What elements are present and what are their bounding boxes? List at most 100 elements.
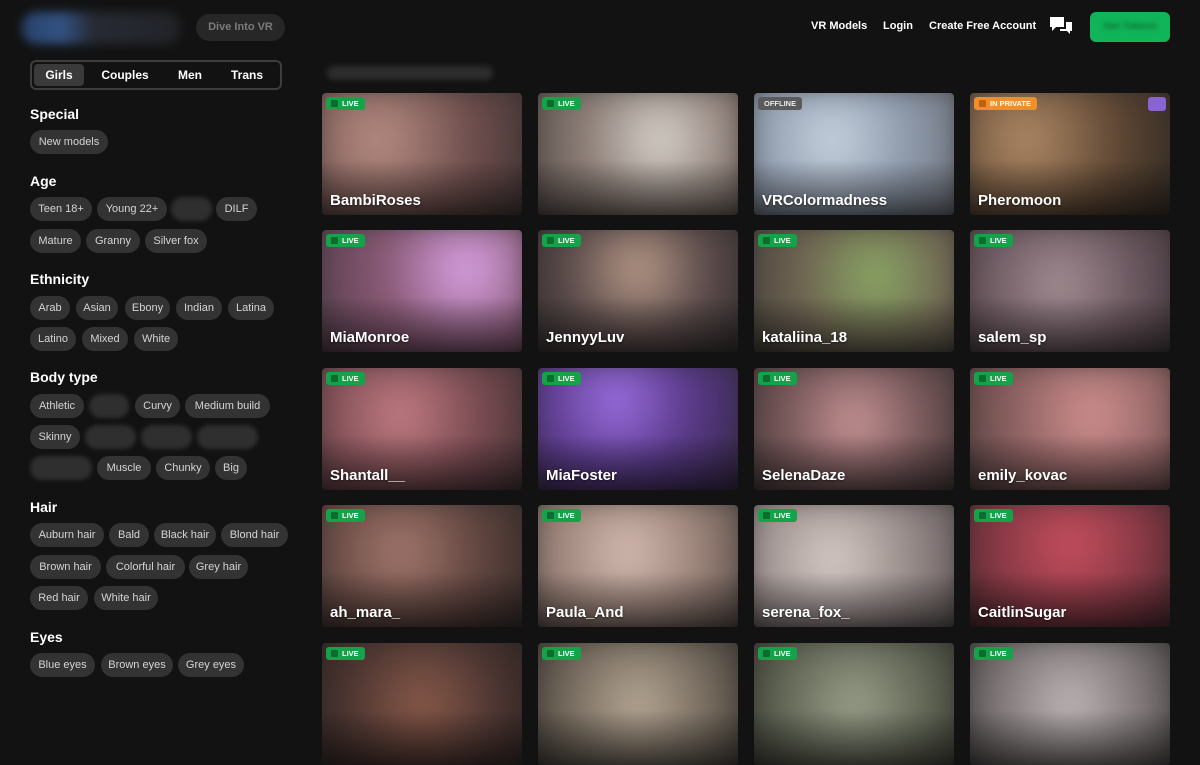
tab-couples[interactable]: Couples xyxy=(86,62,164,88)
filter-chip[interactable]: Grey eyes xyxy=(178,653,244,677)
model-card[interactable]: LIVE Shantall__ xyxy=(322,368,522,490)
filter-chip[interactable]: Auburn hair xyxy=(30,523,104,547)
model-card[interactable]: LIVE JennyyLuv xyxy=(538,230,738,352)
filter-chip[interactable]: DILF xyxy=(216,197,257,221)
status-badge: LIVE xyxy=(758,234,797,247)
site-logo[interactable] xyxy=(22,12,180,44)
card-shade xyxy=(322,710,522,765)
filter-chip[interactable]: Brown eyes xyxy=(101,653,173,677)
filter-chip[interactable] xyxy=(141,425,192,449)
tab-trans[interactable]: Trans xyxy=(216,62,278,88)
status-label: LIVE xyxy=(990,374,1007,383)
filter-chip[interactable]: Grey hair xyxy=(189,555,248,579)
filter-chip[interactable] xyxy=(197,425,258,449)
filter-chip[interactable] xyxy=(89,394,129,418)
filter-chip[interactable]: Black hair xyxy=(154,523,216,547)
model-card[interactable]: LIVE xyxy=(322,643,522,765)
filter-chip[interactable]: Ebony xyxy=(125,296,170,320)
filter-chip[interactable]: Mature xyxy=(30,229,81,253)
status-label: LIVE xyxy=(558,374,575,383)
model-card[interactable]: IN PRIVATE Pheromoon xyxy=(970,93,1170,215)
filter-chip[interactable]: New models xyxy=(30,130,108,154)
status-icon xyxy=(547,100,554,107)
status-label: LIVE xyxy=(342,236,359,245)
filter-chip[interactable] xyxy=(171,197,212,221)
top-header: Dive Into VR VR Models Login Create Free… xyxy=(0,0,1200,56)
status-label: OFFLINE xyxy=(764,99,797,108)
model-card[interactable]: LIVE kataliina_18 xyxy=(754,230,954,352)
filter-chip[interactable]: Bald xyxy=(109,523,149,547)
status-icon xyxy=(763,237,770,244)
filter-chip[interactable]: Chunky xyxy=(156,456,210,480)
model-name: MiaFoster xyxy=(546,467,617,484)
filter-chip[interactable]: Brown hair xyxy=(30,555,101,579)
tab-girls[interactable]: Girls xyxy=(34,64,84,86)
filter-chip[interactable]: Muscle xyxy=(97,456,151,480)
filter-chip[interactable]: Big xyxy=(215,456,247,480)
filter-chip[interactable]: Medium build xyxy=(185,394,270,418)
status-badge: LIVE xyxy=(542,97,581,110)
filter-chip[interactable] xyxy=(85,425,136,449)
filter-chip[interactable]: Teen 18+ xyxy=(30,197,92,221)
status-icon xyxy=(979,237,986,244)
model-card[interactable]: LIVE CaitlinSugar xyxy=(970,505,1170,627)
filter-chip[interactable]: Granny xyxy=(86,229,140,253)
model-name: CaitlinSugar xyxy=(978,604,1067,621)
purple-tag-icon xyxy=(1148,97,1166,111)
status-label: LIVE xyxy=(558,99,575,108)
filter-chip[interactable]: Mixed xyxy=(82,327,128,351)
status-icon xyxy=(331,100,338,107)
filter-chip[interactable]: Silver fox xyxy=(145,229,207,253)
filter-chip[interactable]: Asian xyxy=(76,296,118,320)
chat-bubbles-icon[interactable] xyxy=(1048,15,1074,37)
filter-chip[interactable]: Red hair xyxy=(30,586,88,610)
filter-chip[interactable]: White hair xyxy=(94,586,158,610)
status-icon xyxy=(547,650,554,657)
filter-chip[interactable]: Latina xyxy=(228,296,274,320)
model-card[interactable]: LIVE xyxy=(970,643,1170,765)
nav-vr-models[interactable]: VR Models xyxy=(811,20,867,32)
status-icon xyxy=(331,650,338,657)
model-card[interactable]: LIVE xyxy=(538,93,738,215)
model-card[interactable]: LIVE BambiRoses xyxy=(322,93,522,215)
section-title-eyes: Eyes xyxy=(30,629,63,645)
dive-into-vr-button[interactable]: Dive Into VR xyxy=(196,14,285,41)
model-name: JennyyLuv xyxy=(546,329,625,346)
model-card[interactable]: LIVE ah_mara_ xyxy=(322,505,522,627)
filter-chip[interactable]: Arab xyxy=(30,296,70,320)
status-badge: LIVE xyxy=(326,97,365,110)
status-icon xyxy=(763,512,770,519)
filter-chip[interactable]: Indian xyxy=(176,296,222,320)
filter-chip[interactable]: Latino xyxy=(30,327,76,351)
model-card[interactable]: LIVE serena_fox_ xyxy=(754,505,954,627)
status-icon xyxy=(979,512,986,519)
filter-chip[interactable] xyxy=(30,456,92,480)
model-card[interactable]: LIVE xyxy=(754,643,954,765)
model-card[interactable]: OFFLINE VRColormadness xyxy=(754,93,954,215)
model-card[interactable]: LIVE SelenaDaze xyxy=(754,368,954,490)
model-card[interactable]: LIVE xyxy=(538,643,738,765)
status-label: LIVE xyxy=(990,649,1007,658)
status-badge: LIVE xyxy=(542,647,581,660)
tab-men[interactable]: Men xyxy=(164,62,216,88)
model-card[interactable]: LIVE salem_sp xyxy=(970,230,1170,352)
status-icon xyxy=(763,650,770,657)
filter-chip[interactable]: Curvy xyxy=(135,394,180,418)
model-card[interactable]: LIVE MiaFoster xyxy=(538,368,738,490)
card-shade xyxy=(538,160,738,215)
model-name: ah_mara_ xyxy=(330,604,401,621)
filter-chip[interactable]: Athletic xyxy=(30,394,84,418)
nav-create-free-account[interactable]: Create Free Account xyxy=(929,20,1036,32)
model-card[interactable]: LIVE emily_kovac xyxy=(970,368,1170,490)
nav-login[interactable]: Login xyxy=(883,20,913,32)
model-card[interactable]: LIVE MiaMonroe xyxy=(322,230,522,352)
filter-chip[interactable]: Blue eyes xyxy=(30,653,95,677)
filter-chip[interactable]: Blond hair xyxy=(221,523,288,547)
cta-button[interactable]: Get Tokens xyxy=(1090,12,1170,42)
filter-chip[interactable]: Skinny xyxy=(30,425,80,449)
status-badge: LIVE xyxy=(974,234,1013,247)
filter-chip[interactable]: Colorful hair xyxy=(106,555,185,579)
filter-chip[interactable]: Young 22+ xyxy=(97,197,167,221)
model-card[interactable]: LIVE Paula_And xyxy=(538,505,738,627)
filter-chip[interactable]: White xyxy=(134,327,178,351)
